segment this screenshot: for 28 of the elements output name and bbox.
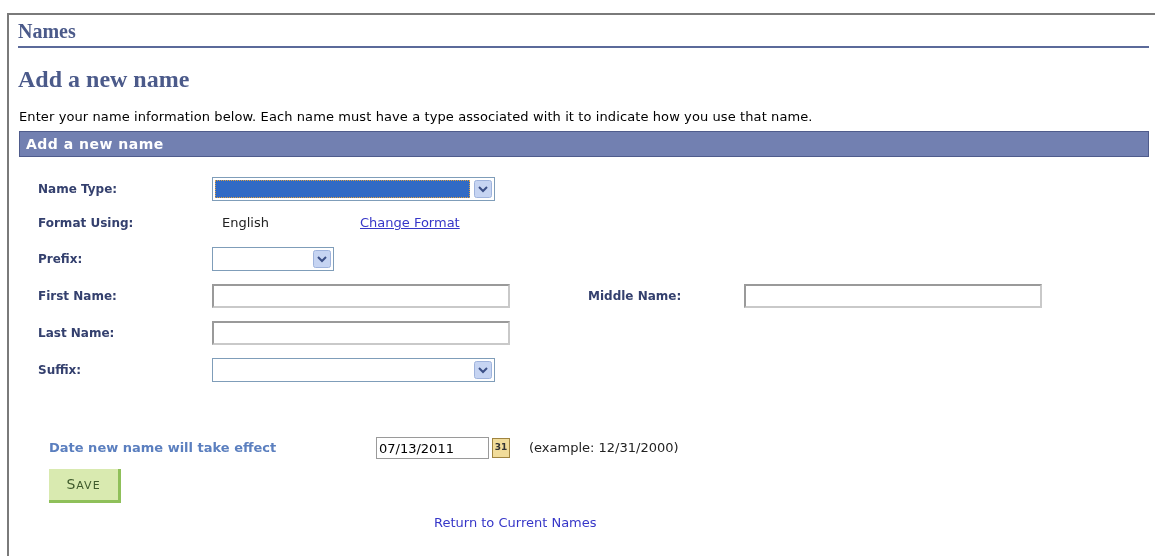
chevron-down-icon (474, 180, 492, 198)
date-label: Date new name will take effect (49, 439, 278, 458)
save-button[interactable]: SAVE (49, 469, 121, 503)
dropdown[interactable] (212, 247, 334, 271)
date-example: (example: 12/31/2000) (529, 439, 679, 458)
change-format-link[interactable]: Change Format (360, 213, 460, 233)
calendar-icon[interactable]: 31 (492, 438, 510, 458)
section-header: Add a new name (26, 134, 164, 154)
text-field[interactable] (212, 284, 510, 308)
field-label: Last Name: (38, 325, 116, 342)
format-value: English (221, 214, 270, 233)
field-label: First Name: (38, 288, 118, 305)
dropdown[interactable] (212, 358, 495, 382)
page-title: Names (18, 18, 76, 44)
text-field[interactable] (744, 284, 1042, 308)
field-label: Name Type: (38, 181, 119, 198)
text-field[interactable] (212, 321, 510, 345)
field-label: Suffix: (38, 362, 83, 379)
dropdown[interactable] (212, 177, 495, 201)
return-link[interactable]: Return to Current Names (434, 515, 597, 530)
chevron-down-icon (313, 250, 331, 268)
chevron-down-icon (474, 361, 492, 379)
instructions-text: Enter your name information below. Each name must have a type associated with it to indicate how you use that name. (19, 107, 813, 126)
field-label: Format Using: (38, 215, 135, 232)
field-label: Prefix: (38, 251, 84, 268)
date-field[interactable]: 07/13/2011 (376, 437, 489, 459)
field-label: Middle Name: (588, 288, 683, 305)
page-heading: Add a new name (18, 65, 190, 94)
